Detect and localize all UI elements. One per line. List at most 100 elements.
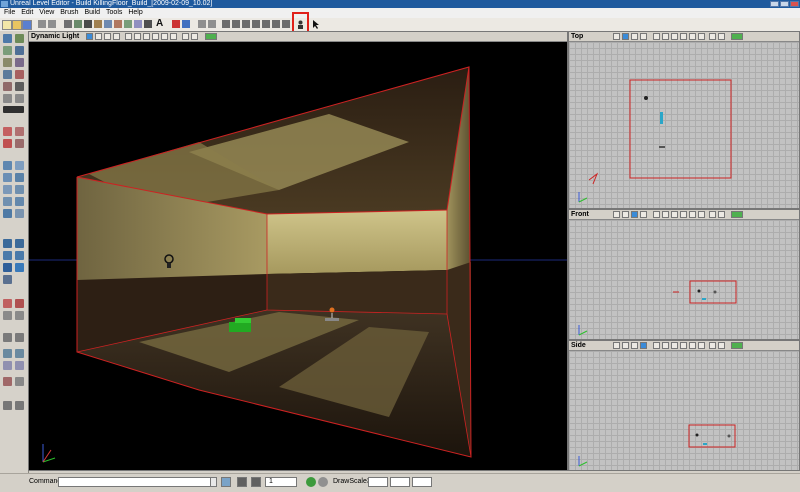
clip-delete-icon[interactable] <box>15 139 24 148</box>
player-start-actor[interactable] <box>713 290 717 294</box>
add-special-icon[interactable] <box>15 263 24 272</box>
lighting-view-icon[interactable] <box>680 33 687 40</box>
close-button[interactable] <box>790 1 799 7</box>
player-start-actor[interactable] <box>727 434 731 438</box>
depth-view-icon[interactable] <box>698 211 705 218</box>
side-mode-icon[interactable] <box>113 33 120 40</box>
viewport-options-icon[interactable] <box>191 33 198 40</box>
group-browser-icon[interactable] <box>124 20 132 28</box>
side-viewport[interactable]: Side <box>568 340 800 471</box>
player-start-actor[interactable] <box>659 146 665 148</box>
pin-icon[interactable] <box>84 20 92 28</box>
select-all-icon[interactable] <box>3 299 12 308</box>
lighting-view-icon[interactable] <box>152 33 159 40</box>
curved-stairs-icon[interactable] <box>15 185 24 194</box>
intersect-brush-icon[interactable] <box>3 251 12 260</box>
viewport-options-icon[interactable] <box>718 342 725 349</box>
cylinder-brush-icon[interactable] <box>3 173 12 182</box>
font-tool-icon[interactable]: A <box>156 19 166 29</box>
redo-icon[interactable] <box>48 20 56 28</box>
rotate-icon[interactable] <box>74 20 82 28</box>
depth-view-icon[interactable] <box>170 33 177 40</box>
top-mode-icon[interactable] <box>622 211 629 218</box>
hide-selected-icon[interactable] <box>3 333 12 342</box>
light-actor-icon[interactable] <box>644 96 648 100</box>
undo-icon[interactable] <box>38 20 46 28</box>
pickup-actor[interactable] <box>703 443 707 445</box>
build-geometry-icon[interactable] <box>208 20 216 28</box>
texture-view-icon[interactable] <box>671 33 678 40</box>
lighting-view-icon[interactable] <box>680 342 687 349</box>
realtime-preview-icon[interactable] <box>709 33 716 40</box>
rotate-brush-icon[interactable] <box>15 46 24 55</box>
mirror-x-icon[interactable] <box>3 349 12 358</box>
zone-view-icon[interactable] <box>662 33 669 40</box>
top-mode-icon[interactable] <box>95 33 102 40</box>
front-mode-icon[interactable] <box>631 33 638 40</box>
light-actor-icon[interactable] <box>695 433 699 437</box>
build-visible-icon[interactable] <box>282 20 290 28</box>
play-map-icon[interactable] <box>198 20 206 28</box>
unlit-view-icon[interactable] <box>161 33 168 40</box>
select-matching-icon[interactable] <box>15 311 24 320</box>
search-icon[interactable] <box>64 20 72 28</box>
texture-view-icon[interactable] <box>671 211 678 218</box>
matinee-icon[interactable] <box>15 70 24 79</box>
deintersect-brush-icon[interactable] <box>15 251 24 260</box>
menu-edit[interactable]: Edit <box>21 8 33 18</box>
invert-selection-icon[interactable] <box>3 311 12 320</box>
select-arrow-icon[interactable] <box>312 20 321 29</box>
viewport-options-icon[interactable] <box>718 33 725 40</box>
clip-flip-icon[interactable] <box>3 139 12 148</box>
zoom-icon[interactable] <box>318 477 328 487</box>
save-map-icon[interactable] <box>22 20 32 30</box>
menu-help[interactable]: Help <box>128 8 142 18</box>
spiral-stairs-icon[interactable] <box>3 197 12 206</box>
side-mode-icon[interactable] <box>640 33 647 40</box>
log-window-icon[interactable] <box>221 477 231 487</box>
texture-pan-icon[interactable] <box>3 58 12 67</box>
unlit-view-icon[interactable] <box>689 211 696 218</box>
pickup-actor[interactable] <box>660 112 663 124</box>
perspective-mode-icon[interactable] <box>613 211 620 218</box>
unlit-view-icon[interactable] <box>689 342 696 349</box>
subtract-brush-icon[interactable] <box>15 239 24 248</box>
minimize-button[interactable] <box>770 1 779 7</box>
duplicate-icon[interactable] <box>15 377 24 386</box>
texture-view-icon[interactable] <box>143 33 150 40</box>
sound-browser-icon[interactable] <box>134 20 142 28</box>
wireframe-icon[interactable] <box>653 211 660 218</box>
build-options-icon[interactable] <box>252 20 260 28</box>
pickup-actor[interactable] <box>702 298 706 300</box>
unlock-icon[interactable] <box>15 401 24 410</box>
mesh-browser-icon[interactable] <box>104 20 112 28</box>
top-mode-icon[interactable] <box>622 33 629 40</box>
front-mode-icon[interactable] <box>631 342 638 349</box>
cone-brush-icon[interactable] <box>15 173 24 182</box>
drawscale-y-field[interactable] <box>390 477 410 487</box>
camera-icon[interactable] <box>144 20 152 28</box>
viewport-lock-icon[interactable] <box>731 342 743 349</box>
texture-browser-icon[interactable] <box>94 20 102 28</box>
drawscale-z-field[interactable] <box>412 477 432 487</box>
stairs-brush-icon[interactable] <box>3 185 12 194</box>
menu-file[interactable]: File <box>4 8 15 18</box>
polygon-icon[interactable] <box>3 94 12 103</box>
sheet-brush-icon[interactable] <box>15 161 24 170</box>
drawscale-x-field[interactable] <box>368 477 388 487</box>
build-paths-icon[interactable] <box>232 20 240 28</box>
realtime-preview-icon[interactable] <box>182 33 189 40</box>
command-input[interactable] <box>58 477 216 487</box>
actor-browser-icon[interactable] <box>114 20 122 28</box>
add-brush-icon[interactable] <box>3 239 12 248</box>
texture-view-icon[interactable] <box>671 342 678 349</box>
menu-build[interactable]: Build <box>85 8 101 18</box>
front-mode-icon[interactable] <box>104 33 111 40</box>
maximize-button[interactable] <box>780 1 789 7</box>
wireframe-icon[interactable] <box>653 342 660 349</box>
surface-properties-icon[interactable] <box>182 20 190 28</box>
brush-clip-icon[interactable] <box>3 82 12 91</box>
front-viewport[interactable]: Front <box>568 209 800 340</box>
open-map-icon[interactable] <box>12 20 22 30</box>
add-mover-icon[interactable] <box>3 263 12 272</box>
